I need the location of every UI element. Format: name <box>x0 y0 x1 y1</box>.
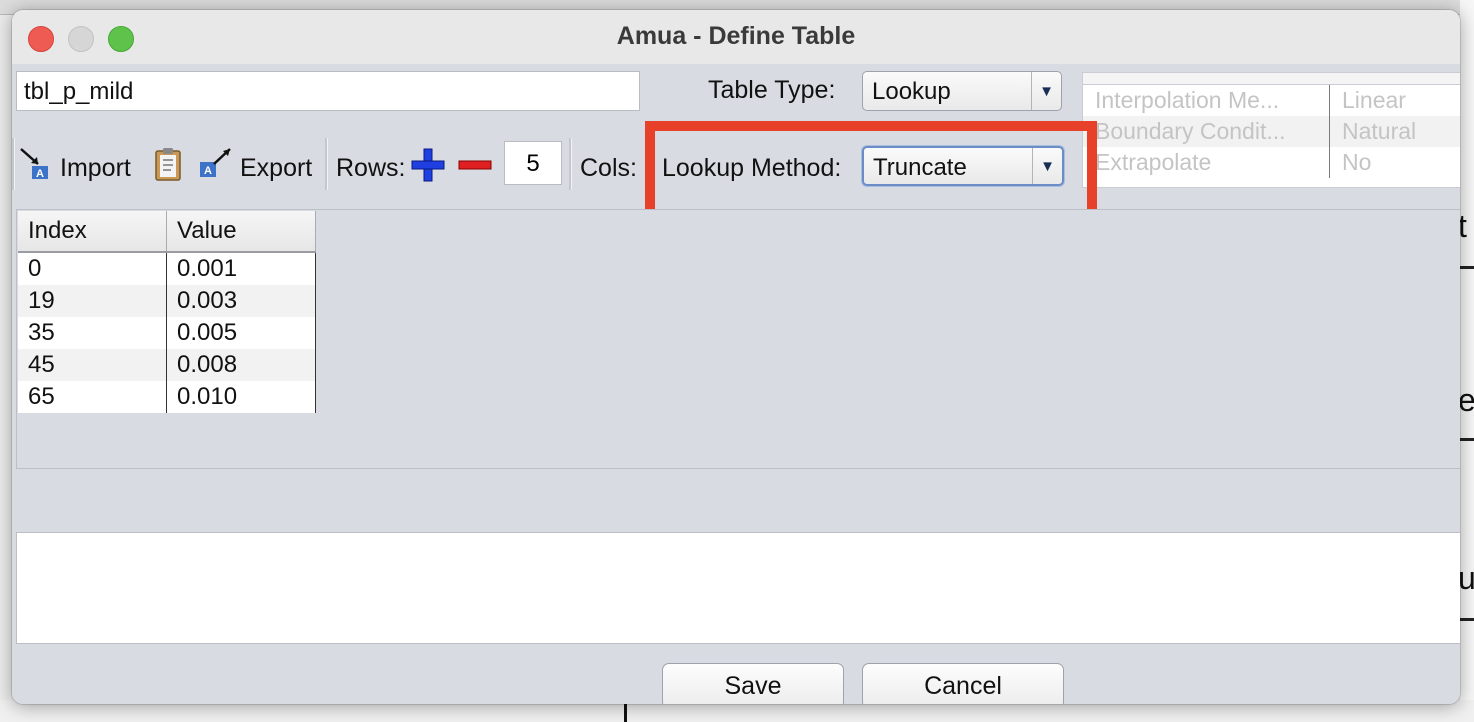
table-panel: Index Value 0 0.001 19 0.003 35 0.005 45… <box>16 209 1460 469</box>
table-row: 0 0.001 <box>18 252 316 285</box>
table-row: 65 0.010 <box>18 381 316 413</box>
table-cell[interactable]: 65 <box>18 381 167 413</box>
table-row: 19 0.003 <box>18 285 316 317</box>
table-row: 45 0.008 <box>18 349 316 381</box>
properties-header <box>1083 73 1460 85</box>
notes-textarea[interactable] <box>16 532 1460 644</box>
property-key: Interpolation Me... <box>1083 85 1330 116</box>
table-cell[interactable]: 0.010 <box>166 381 316 413</box>
property-row: Interpolation Me... Linear <box>1083 85 1460 116</box>
svg-text:A: A <box>36 168 44 180</box>
property-row: Extrapolate No <box>1083 147 1460 178</box>
table-name-input[interactable]: tbl_p_mild <box>16 71 640 111</box>
dialog-content: tbl_p_mild Table Type: Lookup ▼ A Import <box>12 64 1460 704</box>
remove-row-icon[interactable] <box>458 148 492 182</box>
table-header-row: Index Value <box>18 211 316 253</box>
export-button[interactable]: Export <box>240 154 312 183</box>
lookup-method-label: Lookup Method: <box>662 154 846 183</box>
toolbar-separator <box>569 138 572 190</box>
table-cell[interactable]: 0.005 <box>166 317 316 349</box>
table-cell[interactable]: 19 <box>18 285 167 317</box>
property-key: Boundary Condit... <box>1083 116 1330 147</box>
window-title: Amua - Define Table <box>616 22 856 50</box>
table-cell[interactable]: 0.003 <box>166 285 316 317</box>
export-icon[interactable]: A <box>198 146 234 182</box>
chevron-down-icon: ▼ <box>1031 72 1061 110</box>
rows-count-input[interactable]: 5 <box>504 141 562 185</box>
property-key: Extrapolate <box>1083 147 1330 178</box>
table-type-dropdown[interactable]: Lookup ▼ <box>862 71 1062 111</box>
background-text: e <box>1458 382 1474 418</box>
background-divider <box>1460 618 1474 621</box>
property-value: No <box>1342 149 1372 175</box>
background-connector-line <box>624 702 627 722</box>
column-header-index[interactable]: Index <box>18 211 167 253</box>
cancel-button[interactable]: Cancel <box>862 663 1064 704</box>
lookup-method-dropdown[interactable]: Truncate ▼ <box>862 146 1064 186</box>
background-text: u <box>1458 560 1474 596</box>
table-cell[interactable]: 0.008 <box>166 349 316 381</box>
lookup-method-value: Truncate <box>873 154 967 181</box>
clipboard-icon[interactable] <box>152 146 184 182</box>
chevron-down-icon: ▼ <box>1032 148 1062 184</box>
svg-text:A: A <box>204 165 212 177</box>
import-icon[interactable]: A <box>18 146 54 182</box>
table-cell[interactable]: 35 <box>18 317 167 349</box>
title-bar[interactable]: Amua - Define Table <box>12 10 1460 64</box>
table-row: 35 0.005 <box>18 317 316 349</box>
table-cell[interactable]: 0.001 <box>166 252 316 285</box>
table-cell[interactable]: 0 <box>18 252 167 285</box>
property-row: Boundary Condit... Natural <box>1083 116 1460 147</box>
data-table: Index Value 0 0.001 19 0.003 35 0.005 45… <box>18 211 316 413</box>
table-type-label: Table Type: <box>708 76 836 104</box>
save-button[interactable]: Save <box>662 663 844 704</box>
define-table-dialog: Amua - Define Table tbl_p_mild Table Typ… <box>12 10 1460 704</box>
background-divider <box>1460 266 1474 269</box>
toolbar-separator <box>12 138 15 190</box>
property-value: Natural <box>1342 118 1417 144</box>
column-header-value[interactable]: Value <box>166 211 316 253</box>
import-button[interactable]: Import <box>60 154 131 183</box>
cols-label: Cols: <box>580 154 637 182</box>
property-value: Linear <box>1342 87 1406 113</box>
background-divider <box>1460 438 1474 441</box>
background-app-right-edge: t e u <box>1458 0 1474 722</box>
table-type-value: Lookup <box>872 78 951 105</box>
add-row-icon[interactable] <box>411 148 445 182</box>
interpolation-properties-table: Interpolation Me... Linear Boundary Cond… <box>1082 72 1460 188</box>
rows-label: Rows: <box>336 154 406 182</box>
table-cell[interactable]: 45 <box>18 349 167 381</box>
toolbar-separator <box>325 138 328 190</box>
